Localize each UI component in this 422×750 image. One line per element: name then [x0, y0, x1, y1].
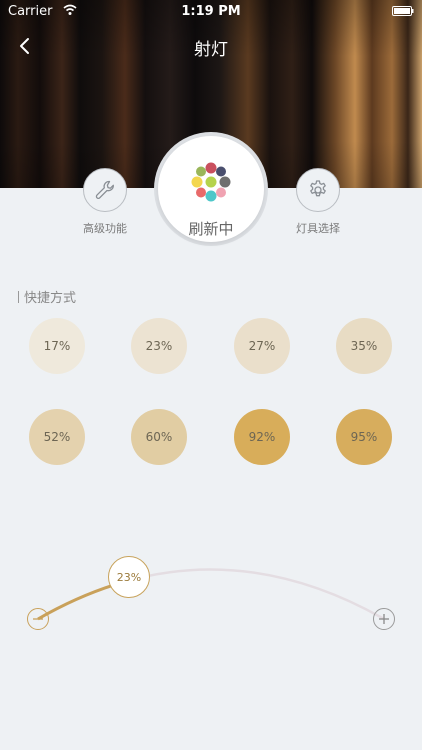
preset-button[interactable]: 52%: [29, 409, 85, 465]
refresh-button[interactable]: 刷新中: [154, 132, 268, 246]
preset-button[interactable]: 23%: [131, 318, 187, 374]
refresh-button-face: 刷新中: [158, 136, 264, 242]
preset-label: 17%: [43, 339, 71, 353]
section-title: 快捷方式: [18, 287, 76, 306]
advanced-features-label: 高级功能: [83, 222, 127, 235]
preset-label: 60%: [145, 430, 173, 444]
increase-brightness-button[interactable]: [373, 608, 395, 630]
preset-button[interactable]: 95%: [336, 409, 392, 465]
decrease-brightness-button[interactable]: [27, 608, 49, 630]
preset-label: 35%: [350, 339, 378, 353]
refresh-status-label: 刷新中: [188, 220, 234, 238]
gear-icon: [310, 180, 326, 197]
preset-label: 23%: [145, 339, 173, 353]
status-time: 1:19 PM: [181, 4, 241, 19]
preset-label: 27%: [248, 339, 276, 353]
status-bar: Carrier 1:19 PM: [0, 0, 422, 22]
minus-circle-icon: [33, 618, 43, 620]
preset-button[interactable]: 60%: [131, 409, 187, 465]
color-flower-icon: [191, 162, 231, 202]
advanced-features-button[interactable]: [83, 168, 127, 212]
preset-label: 52%: [43, 430, 71, 444]
preset-button[interactable]: 35%: [336, 318, 392, 374]
plus-circle-icon: [379, 614, 389, 624]
preset-label: 92%: [248, 430, 276, 444]
wrench-icon: [95, 180, 114, 199]
section-marker: [18, 291, 19, 303]
preset-button[interactable]: 92%: [234, 409, 290, 465]
fixture-select-label: 灯具选择: [296, 222, 340, 235]
page-title: 射灯: [194, 40, 228, 60]
battery-icon: [392, 6, 414, 16]
brightness-slider-knob[interactable]: 23%: [108, 556, 150, 598]
preset-button[interactable]: 27%: [234, 318, 290, 374]
fixture-select-button[interactable]: [296, 168, 340, 212]
section-title-text: 快捷方式: [24, 291, 77, 306]
brightness-slider-track[interactable]: [0, 540, 422, 650]
preset-label: 95%: [350, 430, 378, 444]
preset-button[interactable]: 17%: [29, 318, 85, 374]
brightness-value-label: 23%: [116, 570, 142, 584]
